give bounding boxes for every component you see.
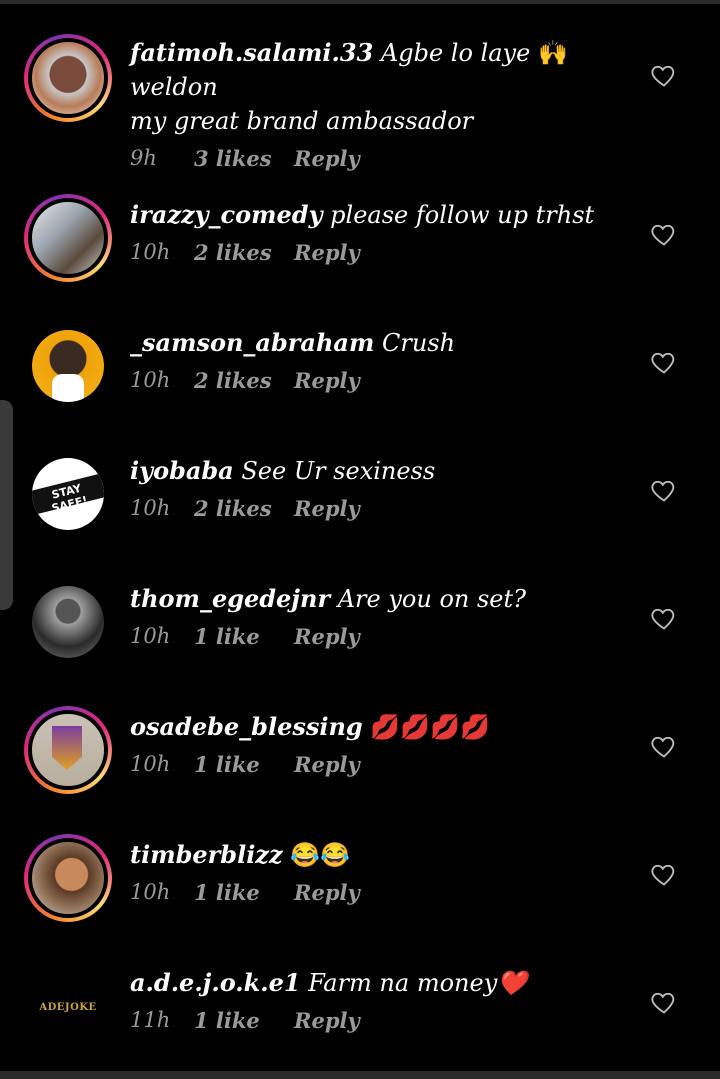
- comment-text: Crush: [374, 329, 456, 357]
- reply-button[interactable]: Reply: [294, 1008, 360, 1033]
- reply-button[interactable]: Reply: [294, 146, 360, 171]
- heart-outline-icon[interactable]: [650, 348, 678, 376]
- comment-text: Agbe lo laye: [373, 39, 538, 67]
- comment-text: 💋💋💋💋: [362, 713, 490, 741]
- heart-outline-icon[interactable]: [650, 860, 678, 888]
- comment-text: Farm na money❤️: [300, 969, 528, 997]
- comment-time: 10h: [130, 624, 171, 648]
- comment-time: 10h: [130, 368, 171, 392]
- comment-username[interactable]: irazzy_comedy: [130, 200, 323, 229]
- status-edge: [0, 0, 720, 4]
- heart-outline-icon[interactable]: [650, 732, 678, 760]
- avatar[interactable]: [24, 706, 112, 794]
- comment-text: Are you on set?: [330, 585, 527, 613]
- raised-hands-emoji: 🙌: [537, 39, 568, 67]
- avatar-logo-text: ADEJOKE: [39, 1002, 97, 1013]
- comment-username[interactable]: osadebe_blessing: [130, 712, 363, 741]
- avatar[interactable]: [24, 578, 112, 666]
- comment-likes[interactable]: 2 likes: [194, 240, 294, 265]
- side-edge-handle[interactable]: [0, 400, 13, 610]
- comment-text: See Ur sexiness: [233, 457, 436, 485]
- comment-username[interactable]: timberblizz: [130, 840, 283, 869]
- heart-outline-icon[interactable]: [650, 220, 678, 248]
- heart-outline-icon[interactable]: [650, 61, 678, 89]
- comment-likes[interactable]: 2 likes: [194, 368, 294, 393]
- reply-button[interactable]: Reply: [294, 752, 360, 777]
- comment-time: 10h: [130, 880, 171, 904]
- navigation-edge: [0, 1071, 720, 1079]
- comment-likes[interactable]: 1 like: [194, 752, 294, 777]
- heart-outline-icon[interactable]: [650, 604, 678, 632]
- reply-button[interactable]: Reply: [294, 496, 360, 521]
- comment-time: 10h: [130, 240, 171, 264]
- comment-text-continued: weldon: [130, 73, 218, 101]
- comment-time: 9h: [130, 146, 157, 170]
- comment-time: 11h: [130, 1008, 171, 1032]
- avatar[interactable]: [24, 322, 112, 410]
- comment-likes[interactable]: 3 likes: [194, 146, 294, 171]
- avatar[interactable]: [24, 34, 112, 122]
- heart-outline-icon[interactable]: [650, 988, 678, 1016]
- comment-text-line2: my great brand ambassador: [130, 107, 474, 135]
- avatar-badge-text: STAY SAFE!: [50, 481, 89, 516]
- avatar[interactable]: [24, 834, 112, 922]
- comment-text: 😂😂: [282, 841, 350, 869]
- avatar[interactable]: [24, 194, 112, 282]
- comment-username[interactable]: iyobaba: [130, 456, 234, 485]
- comment-text: please follow up trhst: [322, 201, 595, 229]
- reply-button[interactable]: Reply: [294, 368, 360, 393]
- reply-button[interactable]: Reply: [294, 240, 360, 265]
- comment-likes[interactable]: 1 like: [194, 880, 294, 905]
- reply-button[interactable]: Reply: [294, 880, 360, 905]
- comment-likes[interactable]: 1 like: [194, 624, 294, 649]
- reply-button[interactable]: Reply: [294, 624, 360, 649]
- comment-username[interactable]: _samson_abraham: [130, 328, 374, 357]
- comment-time: 10h: [130, 496, 171, 520]
- avatar[interactable]: STAY SAFE!: [24, 450, 112, 538]
- comment-time: 10h: [130, 752, 171, 776]
- comment-username[interactable]: fatimoh.salami.33: [130, 38, 373, 67]
- comment-likes[interactable]: 1 like: [194, 1008, 294, 1033]
- comment-likes[interactable]: 2 likes: [194, 496, 294, 521]
- comment-username[interactable]: thom_egedejnr: [130, 584, 330, 613]
- comment-username[interactable]: a.d.e.j.o.k.e1: [130, 968, 301, 997]
- heart-outline-icon[interactable]: [650, 476, 678, 504]
- avatar[interactable]: ADEJOKE: [24, 962, 112, 1050]
